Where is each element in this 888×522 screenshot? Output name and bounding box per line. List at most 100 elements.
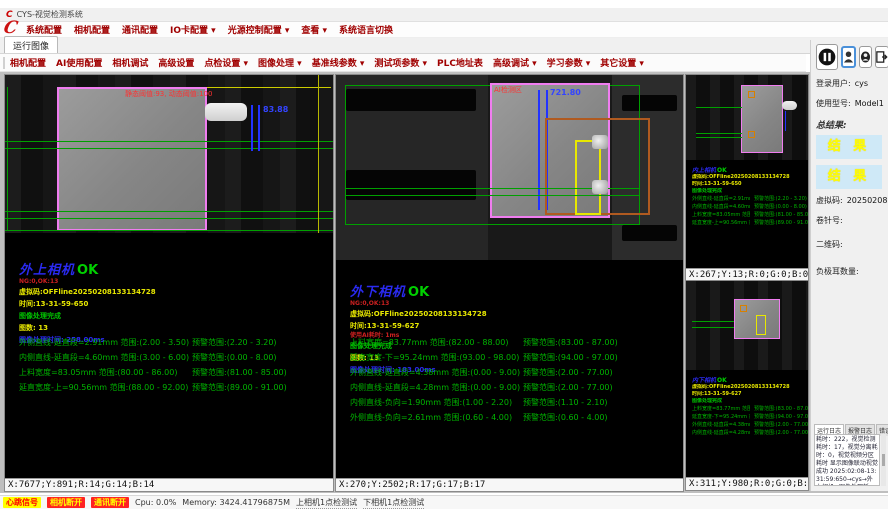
tab-connector: [782, 101, 797, 110]
log-text-area[interactable]: 耗时：222，视觉检测耗时：17，视觉分离耗时：0，视觉视频分区耗时 显示图像联…: [814, 434, 880, 486]
menu-io-card-config[interactable]: IO卡配置 ▾: [170, 23, 216, 36]
tool-ai-usage-config[interactable]: AI使用配置: [56, 56, 102, 69]
measurement-row: 延直宽度-下=95.24mm 范围:(93.00 - 98.00)预警范围:(9…: [350, 352, 681, 367]
camera-view-inner-top[interactable]: 内上相机OK 虚拟码:OFFline20250208133134728 时间:1…: [686, 75, 808, 281]
virtual-code-value: 20250208: [847, 196, 888, 205]
cpu-usage-text: Cpu: 0.0%: [135, 498, 176, 507]
log-scrollbar[interactable]: [881, 434, 886, 486]
user-login-button[interactable]: [841, 46, 856, 68]
upper-camera-spot-check-link[interactable]: 上相机1点检测试: [296, 497, 357, 509]
ng-ok-counter: NG:0,OK:13: [350, 300, 487, 308]
tool-baseline-params[interactable]: 基准线参数 ▾: [312, 56, 365, 69]
total-result-label: 总结果:: [816, 118, 885, 131]
right-panel: 登录用户:cys 使用型号:Model1 总结果: 结 果 结 果 虚拟码:20…: [810, 40, 888, 491]
window-title: CYS-视觉检测系统: [17, 9, 83, 20]
tool-advanced-debug[interactable]: 高级调试 ▾: [493, 56, 537, 69]
measure-line: [5, 148, 333, 149]
measurement-row: 外侧直线-负向=2.61mm 范围:(0.60 - 4.00)预警范围:(0.6…: [350, 412, 681, 427]
measurement-row: 延直宽度-上=90.56mm 范围:(88.00 - 92.00)预警范围:(8…: [692, 219, 802, 227]
tool-advanced-settings[interactable]: 高级设置: [158, 56, 194, 69]
tab-run-image[interactable]: 运行图像: [4, 36, 58, 53]
measurement-warn-text: 预警范围:(83.00 - 87.00): [523, 337, 618, 348]
measurement-list: 上料宽度=83.77mm 范围:(82.00 - 88.00)预警范围:(83.…: [350, 337, 681, 427]
control-button-row: [816, 44, 885, 70]
threshold-label: 静态阈值:93, 动态阈值:100: [125, 89, 212, 99]
tool-plc-address-table[interactable]: PLC地址表: [437, 56, 483, 69]
window-titlebar: C CYS-视觉检测系统: [0, 8, 888, 22]
pause-button[interactable]: [816, 44, 838, 70]
measurement-warn-text: 预警范围:(94.00 - 97.00): [523, 352, 618, 363]
menu-language-switch[interactable]: 系统语言切换: [339, 23, 393, 36]
tool-camera-config[interactable]: 相机配置: [10, 56, 46, 69]
log-scrollbar-thumb[interactable]: [882, 454, 885, 466]
measurement-row: 上料宽度=83.77mm 范围:(82.00 - 88.00)预警范围:(83.…: [350, 337, 681, 352]
camera-view-inner-bottom[interactable]: 内下相机OK 虚拟码:OFFline20250208133134728 时间:1…: [686, 281, 808, 490]
measurement-row: 上料宽度=83.77mm 范围:(82.00 - 88.00)预警范围:(83.…: [692, 405, 802, 413]
menu-system-config[interactable]: 系统配置: [26, 23, 62, 36]
measure-line: [5, 141, 333, 142]
pin-number-label: 卷针号:: [816, 215, 885, 226]
measure-line: [692, 321, 734, 322]
camera-image-outer-top: 83.88 静态阈值:93, 动态阈值:100: [5, 75, 333, 233]
time-line: 时间:13-31-59-650: [19, 298, 156, 310]
battery-cell-region: [57, 87, 207, 231]
menu-view[interactable]: 查看 ▾: [301, 23, 327, 36]
measurement-row: 上料宽度=83.05mm 范围:(80.00 - 86.00)预警范围:(81.…: [692, 211, 802, 219]
camera-image-inner-top: [686, 75, 808, 160]
pixel-coordinate-readout: X:267;Y:13;R:0;G:0;B:0: [686, 268, 808, 281]
login-user-row: 登录用户:cys: [816, 78, 885, 89]
camera-view-outer-top[interactable]: 83.88 静态阈值:93, 动态阈值:100 外上相机OK NG:0,OK:1…: [5, 75, 333, 491]
result-ok-label: OK: [717, 377, 727, 384]
tool-spot-check-settings[interactable]: 点检设置 ▾: [204, 56, 248, 69]
exit-button[interactable]: [875, 46, 888, 68]
measurement-row: 内侧直线-延直段=4.60mm 范围:(3.00 - 6.00)预警范围:(0.…: [19, 352, 331, 367]
camera-title: 外下相机: [350, 285, 406, 300]
tool-learning-params[interactable]: 学习参数 ▾: [547, 56, 591, 69]
tool-image-processing[interactable]: 图像处理 ▾: [258, 56, 302, 69]
detect-rect: [756, 315, 766, 335]
measurement-row: 内侧直线-延直段=4.28mm 范围:(0.00 - 9.00)预警范围:(2.…: [692, 429, 802, 437]
measurement-row: 外侧直线-延直段=4.38mm 范围:(0.00 - 9.00)预警范围:(2.…: [350, 367, 681, 382]
measure-value-label: 721.80: [550, 88, 581, 97]
machine-slot: [622, 225, 677, 241]
menu-bar: C 系统配置 相机配置 通讯配置 IO卡配置 ▾ 光源控制配置 ▾ 查看 ▾ 系…: [0, 22, 888, 38]
model-label: 使用型号:: [816, 99, 851, 108]
menu-camera-config[interactable]: 相机配置: [74, 23, 110, 36]
virtual-code-label: 虚拟码:: [816, 196, 843, 205]
measurement-text: 上料宽度=83.05mm 范围:(80.00 - 86.00): [19, 367, 189, 378]
measurement-text: 内侧直线-延直段=4.60mm 范围:(3.00 - 6.00): [19, 352, 189, 363]
menu-comm-config[interactable]: 通讯配置: [122, 23, 158, 36]
camera-title: 外上相机: [19, 263, 75, 278]
camera-view-outer-bottom[interactable]: AI检测区 721.80 外下相机OK NG:0,OK:13 虚拟码:OFFli…: [336, 75, 683, 491]
status-bar: 心跳信号 相机断开 通讯断开 Cpu: 0.0% Memory: 3424.41…: [0, 495, 888, 509]
metal-glint: [592, 135, 608, 149]
measurement-row: 内侧直线-延直段=4.28mm 范围:(0.00 - 9.00)预警范围:(2.…: [350, 382, 681, 397]
tool-camera-debug[interactable]: 相机调试: [112, 56, 148, 69]
metal-glint: [592, 180, 608, 194]
negative-tab-count-label: 负极耳数量:: [816, 266, 885, 277]
measure-line: [696, 137, 742, 138]
lower-camera-spot-check-link[interactable]: 下相机1点检测试: [363, 497, 424, 509]
process-done-line: 图像处理完成: [692, 188, 802, 195]
ai-region-label: AI检测区: [494, 85, 522, 95]
menu-light-control-config[interactable]: 光源控制配置 ▾: [228, 23, 290, 36]
tool-other-settings[interactable]: 其它设置 ▾: [600, 56, 644, 69]
measurement-list: 外侧直线-延直段=2.91mm 范围:(2.00 - 3.50)预警范围:(2.…: [19, 337, 331, 397]
operator-button[interactable]: [859, 46, 872, 68]
time-line: 时间:13-31-59-627: [692, 391, 802, 398]
measurement-warn-text: 预警范围:(2.20 - 3.20): [192, 337, 277, 348]
measurement-row: 内侧直线-负向=1.90mm 范围:(1.00 - 2.20)预警范围:(1.1…: [350, 397, 681, 412]
result-box-bottom: 结 果: [816, 165, 882, 189]
detect-rect: [748, 91, 755, 98]
tool-test-item-params[interactable]: 测试项参数 ▾: [374, 56, 427, 69]
measurement-text: 延直宽度-下=95.24mm 范围:(93.00 - 98.00): [350, 352, 520, 363]
camera-status-badge: 相机断开: [47, 497, 85, 508]
result-ok-label: OK: [77, 263, 98, 278]
measurement-row: 上料宽度=83.05mm 范围:(80.00 - 86.00)预警范围:(81.…: [19, 367, 331, 382]
measure-value-label: 83.88: [263, 105, 288, 114]
measure-line: [345, 195, 640, 196]
frame-count-line: 图数: 13: [19, 322, 156, 334]
measurement-warn-text: 预警范围:(1.10 - 2.10): [523, 397, 608, 408]
roi-line: [318, 75, 319, 233]
tab-strip: 运行图像: [0, 38, 888, 54]
